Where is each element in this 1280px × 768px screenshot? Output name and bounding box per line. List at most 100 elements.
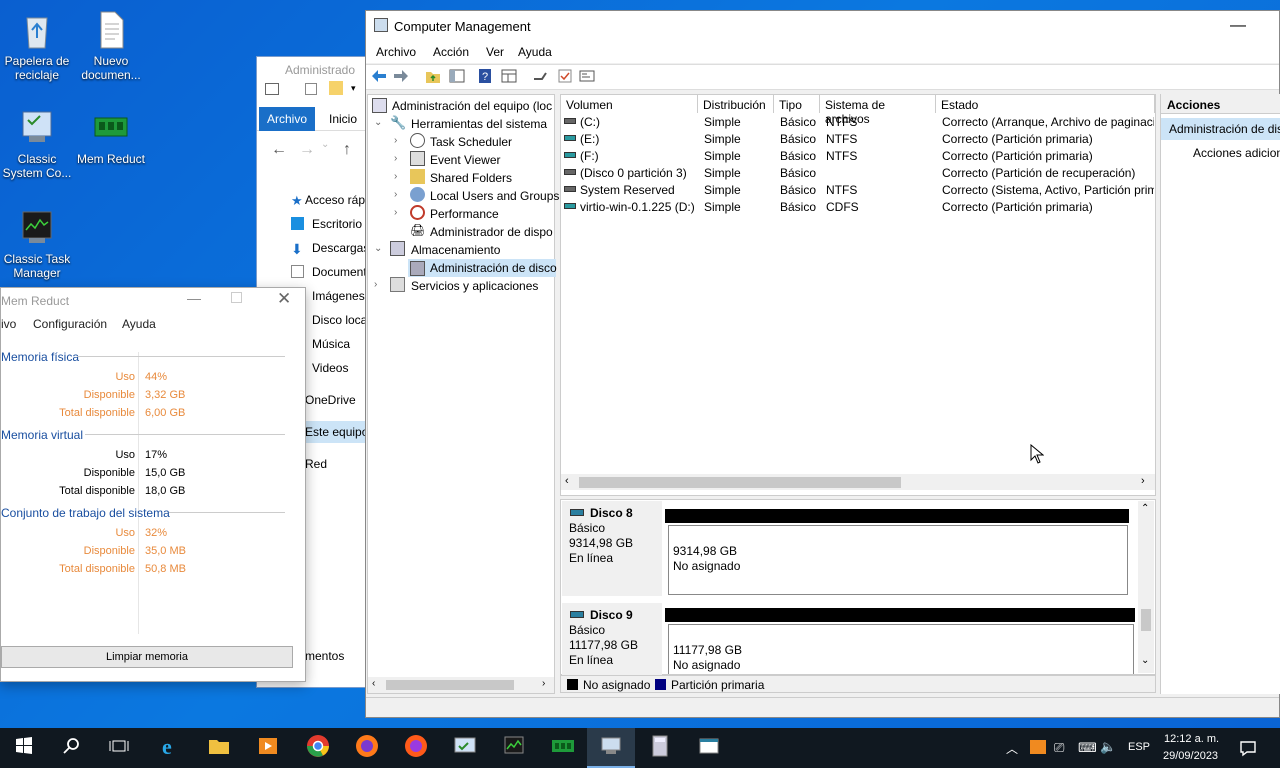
- menu-ayuda[interactable]: Ayuda: [518, 45, 552, 59]
- desktop-icon-mem-reduct[interactable]: Mem Reduct: [74, 106, 148, 166]
- chevron-left-icon[interactable]: ‹: [565, 475, 569, 487]
- volume-cell[interactable]: Básico: [780, 115, 816, 129]
- memory-chip-icon[interactable]: [549, 732, 577, 760]
- system-config-icon[interactable]: [451, 732, 479, 760]
- connect-icon[interactable]: [532, 67, 550, 85]
- clean-memory-button[interactable]: Limpiar memoria: [1, 646, 293, 668]
- chrome-icon[interactable]: [304, 732, 332, 760]
- volume-cell[interactable]: Simple: [704, 115, 741, 129]
- nav-item[interactable]: Descargas: [312, 241, 369, 255]
- actions-item-more[interactable]: Acciones adicion: [1193, 146, 1280, 160]
- nav-item[interactable]: Escritorio: [312, 217, 362, 231]
- properties-icon[interactable]: [578, 67, 596, 85]
- actions-item-disk-management[interactable]: Administración de dis: [1169, 122, 1280, 136]
- folder-icon[interactable]: [329, 81, 343, 95]
- task-manager-icon[interactable]: [500, 732, 528, 760]
- disk-9-partition[interactable]: 11177,98 GB No asignado: [668, 624, 1134, 674]
- tree-item-herramientas[interactable]: Herramientas del sistema: [411, 117, 547, 131]
- internet-explorer-icon[interactable]: e: [157, 732, 185, 760]
- volume-cell[interactable]: CDFS: [826, 200, 859, 214]
- chevron-down-icon[interactable]: ⌄: [321, 139, 329, 150]
- tree-item-shared-folders[interactable]: Shared Folders: [430, 171, 512, 185]
- forward-arrow-icon[interactable]: [392, 67, 410, 85]
- volume-cell[interactable]: (F:): [580, 149, 599, 163]
- menu-archivo[interactable]: ivo: [1, 317, 16, 331]
- desktop-icon-classic-system-config[interactable]: Classic System Co...: [0, 106, 74, 180]
- tree-item-almacenamiento[interactable]: Almacenamiento: [411, 243, 500, 257]
- chevron-right-icon[interactable]: ›: [394, 153, 397, 164]
- nav-item[interactable]: Document: [312, 265, 367, 279]
- tree-item-disk-management[interactable]: Administración de disco: [430, 261, 557, 275]
- volume-cell[interactable]: Simple: [704, 200, 741, 214]
- windows-start-icon[interactable]: [10, 732, 38, 760]
- tree-item-device-manager[interactable]: Administrador de dispo: [430, 225, 553, 239]
- up-folder-icon[interactable]: [424, 67, 442, 85]
- properties-icon[interactable]: [265, 83, 279, 95]
- tray-device-icon[interactable]: ⎚: [1054, 740, 1064, 756]
- check-icon[interactable]: [556, 67, 574, 85]
- chevron-right-icon[interactable]: ›: [394, 171, 397, 182]
- chevron-right-icon[interactable]: ›: [394, 135, 397, 146]
- disk-9-info[interactable]: Disco 9 Básico 11177,98 GB En línea: [562, 603, 662, 675]
- column-header-distribucion[interactable]: Distribución: [698, 95, 774, 113]
- chevron-down-icon[interactable]: ▾: [351, 83, 356, 94]
- window-app-icon[interactable]: [695, 732, 723, 760]
- nav-item[interactable]: Este equipo: [305, 425, 368, 439]
- task-view-icon[interactable]: [105, 732, 133, 760]
- volume-cell[interactable]: Simple: [704, 183, 741, 197]
- search-icon[interactable]: [58, 732, 86, 760]
- nav-item[interactable]: Disco local: [312, 313, 370, 327]
- tree-horizontal-scrollbar[interactable]: ‹ ›: [368, 677, 554, 693]
- volume-cell[interactable]: virtio-win-0.1.225 (D:): [580, 200, 695, 214]
- volume-cell[interactable]: NTFS: [826, 115, 857, 129]
- column-header-tipo[interactable]: Tipo: [774, 95, 820, 113]
- menu-ver[interactable]: Ver: [486, 45, 504, 59]
- nav-item[interactable]: Acceso rápi: [305, 193, 368, 207]
- volume-cell[interactable]: Correcto (Partición primaria): [942, 132, 1154, 146]
- chevron-left-icon[interactable]: ‹: [372, 678, 375, 689]
- volume-cell[interactable]: System Reserved: [580, 183, 675, 197]
- volume-cell[interactable]: Simple: [704, 166, 741, 180]
- tree-item-performance[interactable]: Performance: [430, 207, 499, 221]
- scroll-thumb[interactable]: [386, 680, 514, 690]
- desktop-icon-new-document[interactable]: Nuevo documen...: [74, 8, 148, 82]
- volume-horizontal-scrollbar[interactable]: ‹ ›: [561, 474, 1155, 490]
- disk-8-partition[interactable]: 9314,98 GB No asignado: [668, 525, 1128, 595]
- chevron-right-icon[interactable]: ›: [542, 678, 545, 689]
- volume-muted-icon[interactable]: 🔈: [1100, 739, 1116, 755]
- clock-time[interactable]: 12:12 a. m.: [1164, 733, 1219, 745]
- clock-date[interactable]: 29/09/2023: [1163, 750, 1218, 762]
- calculator-icon[interactable]: [646, 732, 674, 760]
- menu-ayuda[interactable]: Ayuda: [122, 317, 156, 331]
- chevron-up-icon[interactable]: ⌃: [1141, 503, 1149, 514]
- nav-item[interactable]: Música: [312, 337, 350, 351]
- file-explorer-icon[interactable]: [205, 732, 233, 760]
- nav-item[interactable]: Videos: [312, 361, 348, 375]
- volume-cell[interactable]: Simple: [704, 149, 741, 163]
- mem-reduct-window[interactable]: Mem Reduct — ✕ ivo Configuración Ayuda M…: [0, 287, 306, 682]
- volume-cell[interactable]: Correcto (Partición de recuperación): [942, 166, 1154, 180]
- volume-cell[interactable]: Básico: [780, 149, 816, 163]
- notification-icon[interactable]: [1238, 738, 1258, 758]
- forward-arrow-icon[interactable]: →: [299, 141, 315, 159]
- volume-cell[interactable]: Correcto (Sistema, Activo, Partición pri…: [942, 183, 1154, 197]
- volume-cell[interactable]: Correcto (Arranque, Archivo de paginaci: [942, 115, 1154, 129]
- volume-cell[interactable]: Simple: [704, 132, 741, 146]
- disk-8-info[interactable]: Disco 8 Básico 9314,98 GB En línea: [562, 501, 662, 596]
- tab-archivo[interactable]: Archivo: [259, 107, 315, 131]
- media-player-icon[interactable]: [254, 732, 282, 760]
- scroll-thumb[interactable]: [1141, 609, 1151, 631]
- nav-item[interactable]: Imágenes: [312, 289, 365, 303]
- nav-item[interactable]: Red: [305, 457, 327, 471]
- tree-item-task-scheduler[interactable]: Task Scheduler: [430, 135, 512, 149]
- volume-cell[interactable]: Correcto (Partición primaria): [942, 200, 1154, 214]
- column-header-sistema-archivos[interactable]: Sistema de archivos: [820, 95, 936, 126]
- help-icon[interactable]: ?: [476, 67, 494, 85]
- show-hide-tree-icon[interactable]: [448, 67, 466, 85]
- scroll-thumb[interactable]: [579, 477, 901, 488]
- column-header-estado[interactable]: Estado: [936, 95, 1155, 113]
- chevron-right-icon[interactable]: ›: [1141, 475, 1145, 487]
- chevron-down-icon[interactable]: ⌄: [1141, 655, 1149, 666]
- computer-management-icon[interactable]: [597, 732, 625, 760]
- menu-archivo[interactable]: Archivo: [376, 45, 416, 59]
